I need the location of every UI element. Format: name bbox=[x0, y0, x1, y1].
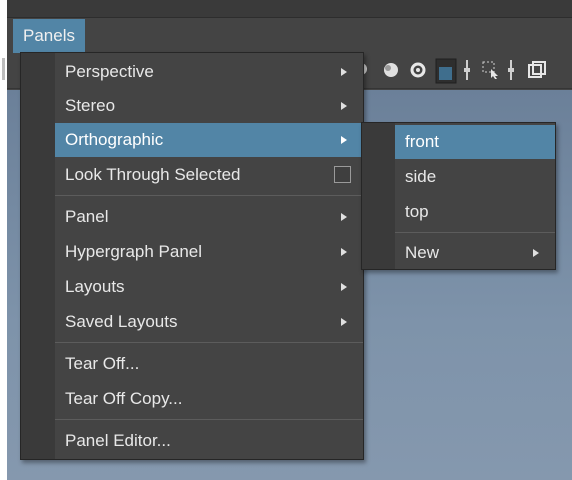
orthographic-submenu: front side top New bbox=[361, 122, 556, 270]
title-strip bbox=[7, 0, 572, 18]
menu-item-label: Layouts bbox=[65, 277, 125, 296]
submenu-item-new[interactable]: New bbox=[395, 236, 555, 270]
chevron-right-icon bbox=[341, 283, 347, 291]
submenu-separator bbox=[395, 232, 555, 233]
menu-item-panel[interactable]: Panel bbox=[55, 200, 363, 234]
menu-item-perspective[interactable]: Perspective bbox=[55, 55, 363, 89]
xray-box-icon[interactable] bbox=[435, 58, 457, 84]
chevron-right-icon bbox=[533, 249, 539, 257]
menu-item-stereo[interactable]: Stereo bbox=[55, 89, 363, 123]
menu-item-label: Stereo bbox=[65, 96, 116, 115]
window-icon[interactable] bbox=[527, 60, 547, 80]
submenu-icon-gutter bbox=[362, 123, 395, 269]
submenu-item-label: New bbox=[405, 243, 440, 262]
menu-item-label: Look Through Selected bbox=[65, 165, 241, 184]
submenu-item-front[interactable]: front bbox=[395, 125, 555, 159]
menu-separator bbox=[55, 342, 363, 343]
submenu-item-label: front bbox=[405, 132, 440, 151]
menu-item-label: Tear Off Copy... bbox=[65, 389, 183, 408]
menu-item-look-through-selected[interactable]: Look Through Selected bbox=[55, 158, 363, 192]
menu-item-tear-off-copy[interactable]: Tear Off Copy... bbox=[55, 382, 363, 416]
menu-item-hypergraph-panel[interactable]: Hypergraph Panel bbox=[55, 235, 363, 269]
menu-separator bbox=[55, 419, 363, 420]
submenu-item-label: side bbox=[405, 167, 437, 186]
menu-item-tear-off[interactable]: Tear Off... bbox=[55, 347, 363, 381]
menu-item-label: Panel bbox=[65, 207, 109, 226]
chevron-right-icon bbox=[341, 68, 347, 76]
chevron-right-icon bbox=[341, 213, 347, 221]
menu-item-saved-layouts[interactable]: Saved Layouts bbox=[55, 305, 363, 339]
panels-menu-title[interactable]: Panels bbox=[13, 19, 85, 53]
menu-item-label: Panel Editor... bbox=[65, 431, 171, 450]
menu-item-label: Hypergraph Panel bbox=[65, 242, 203, 261]
chevron-right-icon bbox=[341, 318, 347, 326]
menu-item-label: Tear Off... bbox=[65, 354, 140, 373]
look-through-checkbox[interactable] bbox=[334, 166, 351, 183]
toolbar-edge-handle bbox=[2, 58, 5, 80]
menu-item-layouts[interactable]: Layouts bbox=[55, 270, 363, 304]
menu-icon-gutter bbox=[21, 53, 55, 459]
menu-separator bbox=[55, 195, 363, 196]
menu-item-orthographic[interactable]: Orthographic bbox=[55, 123, 363, 157]
menu-item-label: Orthographic bbox=[65, 130, 164, 149]
menu-item-label: Perspective bbox=[65, 62, 154, 81]
select-region-icon[interactable] bbox=[481, 60, 501, 80]
submenu-item-top[interactable]: top bbox=[395, 195, 555, 229]
chevron-right-icon bbox=[341, 248, 347, 256]
menu-item-panel-editor[interactable]: Panel Editor... bbox=[55, 424, 363, 458]
menubar bbox=[7, 18, 572, 52]
panels-menu: Perspective Stereo Orthographic Look Thr… bbox=[20, 52, 364, 460]
submenu-item-label: top bbox=[405, 202, 429, 221]
sphere-shaded-icon[interactable] bbox=[380, 60, 400, 80]
chevron-right-icon bbox=[341, 102, 347, 110]
separator-icon bbox=[464, 60, 470, 80]
chevron-right-icon bbox=[341, 136, 347, 144]
ring-icon[interactable] bbox=[408, 60, 428, 80]
separator-icon bbox=[508, 60, 514, 80]
menu-item-label: Saved Layouts bbox=[65, 312, 178, 331]
submenu-item-side[interactable]: side bbox=[395, 160, 555, 194]
